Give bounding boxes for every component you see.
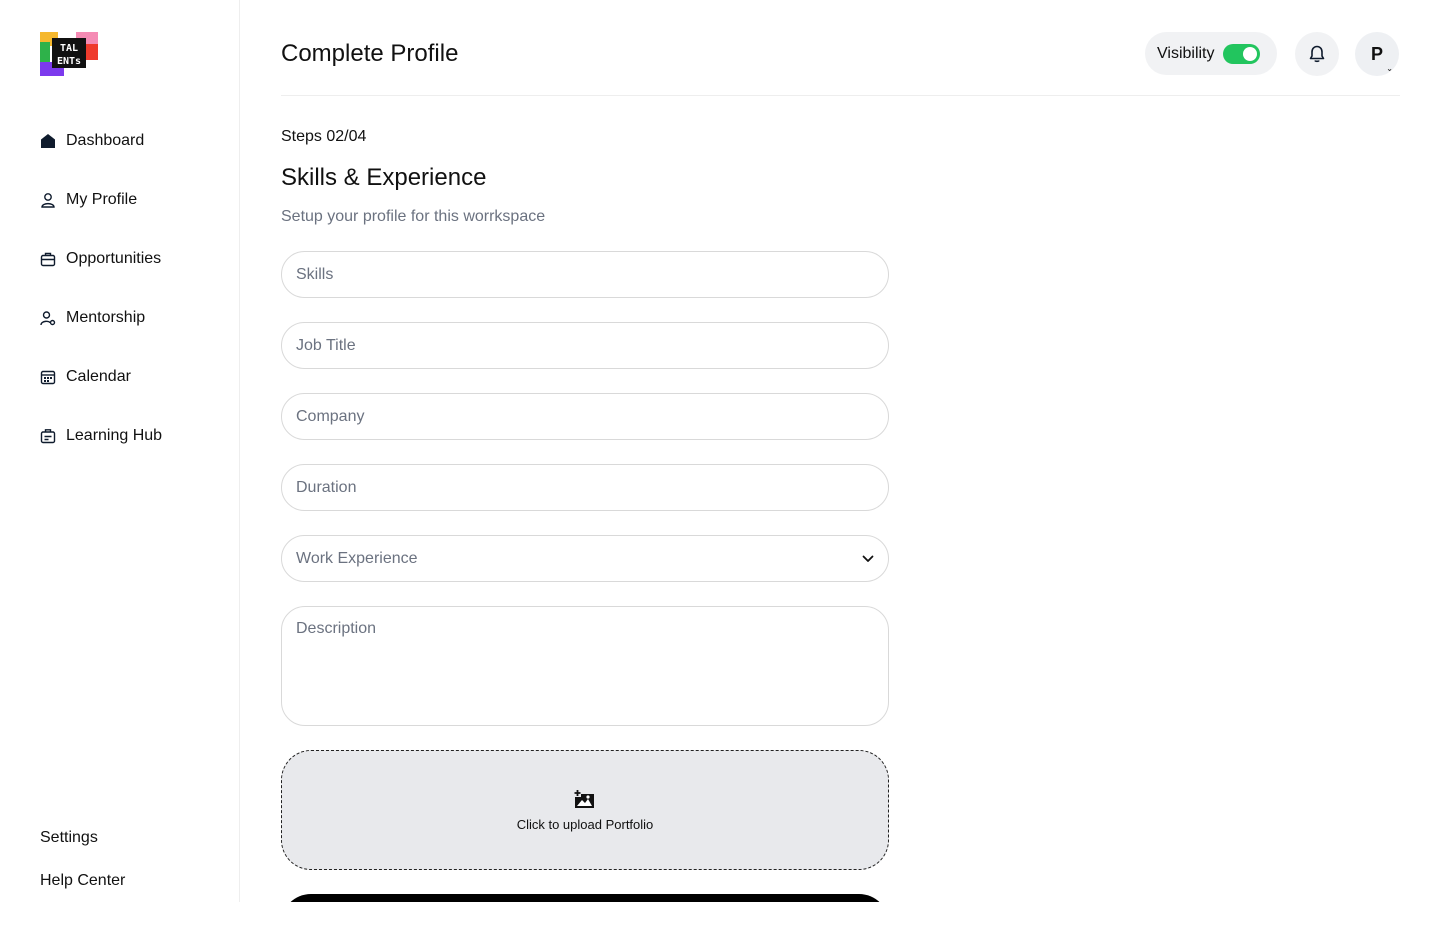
page-title: Complete Profile [281, 40, 459, 67]
avatar[interactable]: P ⌄ [1355, 32, 1399, 76]
section-subtitle: Setup your profile for this worrkspace [281, 208, 546, 225]
sidebar-item-label: Opportunities [66, 250, 162, 267]
skills-input[interactable] [281, 251, 889, 298]
header-divider [281, 95, 1400, 96]
help-center-link[interactable]: Help Center [40, 872, 125, 890]
app-logo[interactable]: TAL ENTs [40, 32, 98, 76]
briefcase-icon [40, 252, 56, 267]
sidebar-item-label: Learning Hub [66, 427, 163, 444]
notifications-button[interactable] [1295, 32, 1339, 76]
section-title: Skills & Experience [281, 164, 487, 191]
settings-link[interactable]: Settings [40, 829, 98, 847]
user-icon [41, 193, 55, 208]
sidebar: TAL ENTs Dashboard My Profile Opportunit… [0, 0, 240, 935]
sidebar-item-label: Mentorship [66, 309, 146, 326]
sidebar-item-mentorship[interactable]: Mentorship [40, 306, 145, 330]
chevron-down-icon: ⌄ [1386, 64, 1393, 73]
upload-label: Click to upload Portfolio [516, 816, 654, 832]
svg-text:TAL: TAL [60, 43, 78, 54]
sidebar-item-my-profile[interactable]: My Profile [40, 188, 137, 212]
calendar-icon [40, 370, 56, 385]
visibility-toggle-group: Visibility [1145, 32, 1277, 75]
sidebar-item-opportunities[interactable]: Opportunities [40, 247, 161, 271]
visibility-label: Visibility [1157, 44, 1215, 62]
image-upload-icon [574, 788, 594, 808]
description-textarea[interactable] [281, 606, 889, 726]
sidebar-item-calendar[interactable]: Calendar [40, 365, 131, 389]
sidebar-item-learning-hub[interactable]: Learning Hub [40, 424, 162, 448]
mentor-icon [40, 311, 56, 326]
sidebar-item-label: Dashboard [66, 132, 145, 149]
home-icon [41, 134, 55, 148]
duration-input[interactable] [281, 464, 889, 511]
chevron-down-icon [862, 555, 874, 562]
step-indicator: Steps 02/04 [281, 128, 367, 145]
learning-icon [40, 429, 56, 444]
avatar-initial: P [1370, 43, 1383, 64]
bell-icon [1309, 45, 1325, 63]
job-title-input[interactable] [281, 322, 889, 369]
company-input[interactable] [281, 393, 889, 440]
portfolio-upload-dropzone[interactable]: Click to upload Portfolio [281, 750, 889, 870]
visibility-toggle[interactable] [1222, 43, 1260, 64]
work-experience-select[interactable]: Work Experience [281, 535, 889, 582]
logo-mark: TAL ENTs [40, 32, 98, 76]
svg-text:ENTs: ENTs [57, 56, 81, 67]
app-root: TAL ENTs Dashboard My Profile Opportunit… [0, 0, 1440, 935]
sidebar-item-label: My Profile [66, 191, 138, 208]
toggle-knob [1242, 46, 1257, 61]
work-experience-value: Work Experience [296, 549, 418, 567]
sidebar-item-dashboard[interactable]: Dashboard [40, 129, 144, 153]
sidebar-item-label: Calendar [66, 368, 131, 385]
page-bottom-fade [0, 902, 1440, 935]
